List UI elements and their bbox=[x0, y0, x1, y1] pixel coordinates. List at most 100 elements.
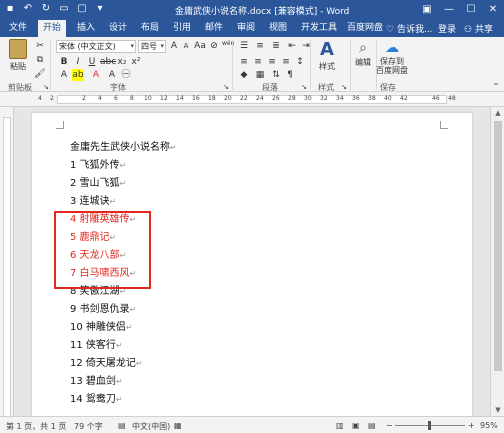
tab-references[interactable]: 引用 bbox=[168, 20, 196, 37]
scroll-down-icon[interactable]: ▼ bbox=[491, 404, 504, 416]
paragraph-mark-icon: ↵ bbox=[125, 323, 133, 332]
list-item[interactable]: 10 神雕侠侣↵ bbox=[70, 318, 133, 333]
macro-icon[interactable]: ▦ bbox=[174, 421, 182, 430]
document-title-line[interactable]: 金庸先生武侠小说名称↵ bbox=[70, 138, 177, 153]
horizontal-ruler[interactable]: 4 2 2 4 6 8 10 12 14 16 18 20 22 24 26 2… bbox=[0, 92, 504, 107]
language-indicator[interactable]: 中文(中国) bbox=[132, 421, 170, 432]
quick-access-toolbar: ▪ ↶ ↻ ▭ ▢ ▾ bbox=[4, 3, 106, 15]
tab-home[interactable]: 开始 bbox=[38, 20, 67, 37]
list-item[interactable]: 3 连城诀↵ bbox=[70, 192, 116, 207]
tab-view[interactable]: 视图 bbox=[264, 20, 292, 37]
shrink-font-icon[interactable]: A bbox=[180, 40, 192, 52]
proofing-icon[interactable]: ▤ bbox=[118, 421, 126, 430]
tab-file[interactable]: 文件 bbox=[4, 20, 32, 37]
tab-layout[interactable]: 布局 bbox=[136, 20, 164, 37]
share-button[interactable]: ⚇ 共享 bbox=[464, 22, 493, 35]
cut-icon[interactable]: ✂ bbox=[34, 40, 46, 52]
save-icon[interactable]: ▪ bbox=[4, 3, 16, 15]
close-button[interactable]: ✕ bbox=[482, 0, 504, 20]
list-item[interactable]: 1 飞狐外传↵ bbox=[70, 156, 126, 171]
login-link[interactable]: 登录 bbox=[438, 22, 456, 35]
align-right-icon[interactable]: ≡ bbox=[266, 56, 278, 68]
underline-button[interactable]: U bbox=[86, 56, 98, 68]
superscript-button[interactable]: x² bbox=[130, 56, 142, 68]
list-item[interactable]: 11 侠客行↵ bbox=[70, 336, 123, 351]
zoom-slider-thumb[interactable] bbox=[428, 421, 431, 430]
redo-icon[interactable]: ↻ bbox=[40, 3, 52, 15]
decrease-indent-icon[interactable]: ⇤ bbox=[286, 40, 298, 52]
list-item[interactable]: 2 雪山飞狐↵ bbox=[70, 174, 126, 189]
multilevel-list-icon[interactable]: ≣ bbox=[270, 40, 282, 52]
vertical-ruler[interactable] bbox=[0, 107, 14, 417]
align-left-icon[interactable]: ≡ bbox=[238, 56, 250, 68]
grow-font-icon[interactable]: A bbox=[168, 40, 180, 52]
line-spacing-icon[interactable]: ↕ bbox=[294, 56, 306, 68]
undo-icon[interactable]: ↶ bbox=[22, 3, 34, 15]
clear-format-icon[interactable]: ⊘ bbox=[208, 40, 220, 52]
scroll-up-icon[interactable]: ▲ bbox=[491, 107, 504, 119]
open-icon[interactable]: ▢ bbox=[76, 3, 88, 15]
tab-baidu-netdisk[interactable]: 百度网盘 bbox=[342, 20, 388, 37]
zoom-out-icon[interactable]: − bbox=[386, 421, 393, 430]
format-painter-icon[interactable]: 🖌 bbox=[34, 68, 46, 80]
align-center-icon[interactable]: ≡ bbox=[252, 56, 264, 68]
zoom-in-icon[interactable]: + bbox=[468, 421, 475, 430]
font-size-select[interactable]: 四号 ▾ bbox=[138, 40, 166, 53]
ribbon-display-icon[interactable]: ▣ bbox=[416, 0, 438, 20]
bullets-icon[interactable]: ☰ bbox=[238, 40, 250, 52]
subscript-button[interactable]: x₂ bbox=[116, 56, 128, 68]
highlight-color-icon[interactable]: ab bbox=[72, 69, 84, 81]
italic-button[interactable]: I bbox=[72, 56, 84, 68]
paragraph-mark-icon: ↵ bbox=[115, 341, 123, 350]
ruler-number: 40 bbox=[384, 95, 392, 102]
crop-mark bbox=[440, 121, 448, 129]
show-marks-icon[interactable]: ¶ bbox=[284, 69, 296, 81]
print-layout-icon[interactable]: ▣ bbox=[352, 421, 360, 430]
copy-icon[interactable]: ⧉ bbox=[34, 54, 46, 66]
tab-developer[interactable]: 开发工具 bbox=[296, 20, 342, 37]
customize-qat-icon[interactable]: ▾ bbox=[94, 3, 106, 15]
minimize-button[interactable]: — bbox=[438, 0, 460, 20]
paste-button[interactable]: 粘贴 bbox=[6, 39, 30, 72]
document-workspace[interactable]: 金庸先生武侠小说名称↵ 1 飞狐外传↵ 2 雪山飞狐↵ 3 连城诀↵ 4 射雕英… bbox=[14, 107, 490, 416]
font-name-select[interactable]: 宋体 (中文正文) ▾ bbox=[56, 40, 136, 53]
new-doc-icon[interactable]: ▭ bbox=[58, 3, 70, 15]
separator bbox=[232, 40, 233, 90]
tab-review[interactable]: 审阅 bbox=[232, 20, 260, 37]
ruler-number: 28 bbox=[288, 95, 296, 102]
scroll-thumb[interactable] bbox=[494, 121, 502, 371]
save-to-baidu-button[interactable]: ☁ 保存到 百度网盘 bbox=[362, 39, 422, 75]
sort-icon[interactable]: ⇅ bbox=[270, 69, 282, 81]
strikethrough-button[interactable]: abc bbox=[100, 56, 116, 68]
change-case-icon[interactable]: Aa bbox=[194, 40, 206, 52]
vertical-scrollbar[interactable]: ▲ ▼ bbox=[490, 107, 504, 416]
page-count[interactable]: 第 1 页，共 1 页 bbox=[6, 421, 66, 432]
web-layout-icon[interactable]: ▤ bbox=[368, 421, 376, 430]
styles-button[interactable]: A 样式 bbox=[314, 39, 340, 72]
enclose-characters-icon[interactable]: ㊀ bbox=[120, 69, 132, 81]
font-color-icon[interactable]: A bbox=[90, 69, 102, 81]
maximize-button[interactable]: ☐ bbox=[460, 0, 482, 20]
paragraph-mark-icon: ↵ bbox=[135, 359, 143, 368]
read-mode-icon[interactable]: ▥ bbox=[336, 421, 344, 430]
bold-button[interactable]: B bbox=[58, 56, 70, 68]
text-effects-icon[interactable]: A bbox=[58, 69, 70, 81]
zoom-level[interactable]: 95% bbox=[480, 421, 498, 430]
tell-me-box[interactable]: ♡ 告诉我... bbox=[386, 22, 433, 35]
tab-mailings[interactable]: 邮件 bbox=[200, 20, 228, 37]
shading-icon[interactable]: ◆ bbox=[238, 69, 250, 81]
word-count[interactable]: 79 个字 bbox=[74, 421, 103, 432]
ruler-number: 42 bbox=[400, 95, 408, 102]
list-item[interactable]: 9 书剑恩仇录↵ bbox=[70, 300, 136, 315]
numbering-icon[interactable]: ≡ bbox=[254, 40, 266, 52]
tab-design[interactable]: 设计 bbox=[104, 20, 132, 37]
ruler-number: 8 bbox=[130, 95, 134, 102]
list-item[interactable]: 13 碧血剑↵ bbox=[70, 372, 123, 387]
list-item[interactable]: 14 鸳鸯刀↵ bbox=[70, 390, 123, 405]
character-shading-icon[interactable]: A bbox=[106, 69, 118, 81]
justify-icon[interactable]: ≡ bbox=[280, 56, 292, 68]
borders-icon[interactable]: ▦ bbox=[254, 69, 266, 81]
document-page[interactable]: 金庸先生武侠小说名称↵ 1 飞狐外传↵ 2 雪山飞狐↵ 3 连城诀↵ 4 射雕英… bbox=[32, 113, 472, 416]
tab-insert[interactable]: 插入 bbox=[72, 20, 100, 37]
list-item[interactable]: 12 倚天屠龙记↵ bbox=[70, 354, 143, 369]
